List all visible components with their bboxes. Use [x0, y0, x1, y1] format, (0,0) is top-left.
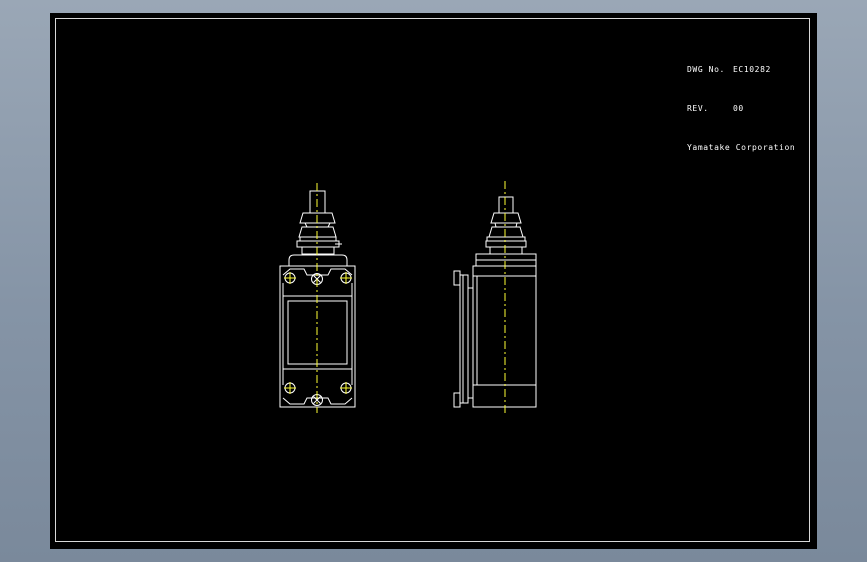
cad-drawing [279, 181, 537, 413]
front-view [279, 183, 356, 413]
side-mounting-plate [453, 270, 473, 408]
front-screws [284, 272, 352, 406]
drawing-sheet: DWG No. EC10282 REV. 00 Yamatake Corpora… [50, 13, 817, 549]
side-plunger [475, 196, 537, 267]
side-view [453, 181, 537, 413]
front-housing [279, 265, 356, 408]
front-hole-centerlines [284, 272, 352, 394]
front-plunger [288, 190, 348, 266]
